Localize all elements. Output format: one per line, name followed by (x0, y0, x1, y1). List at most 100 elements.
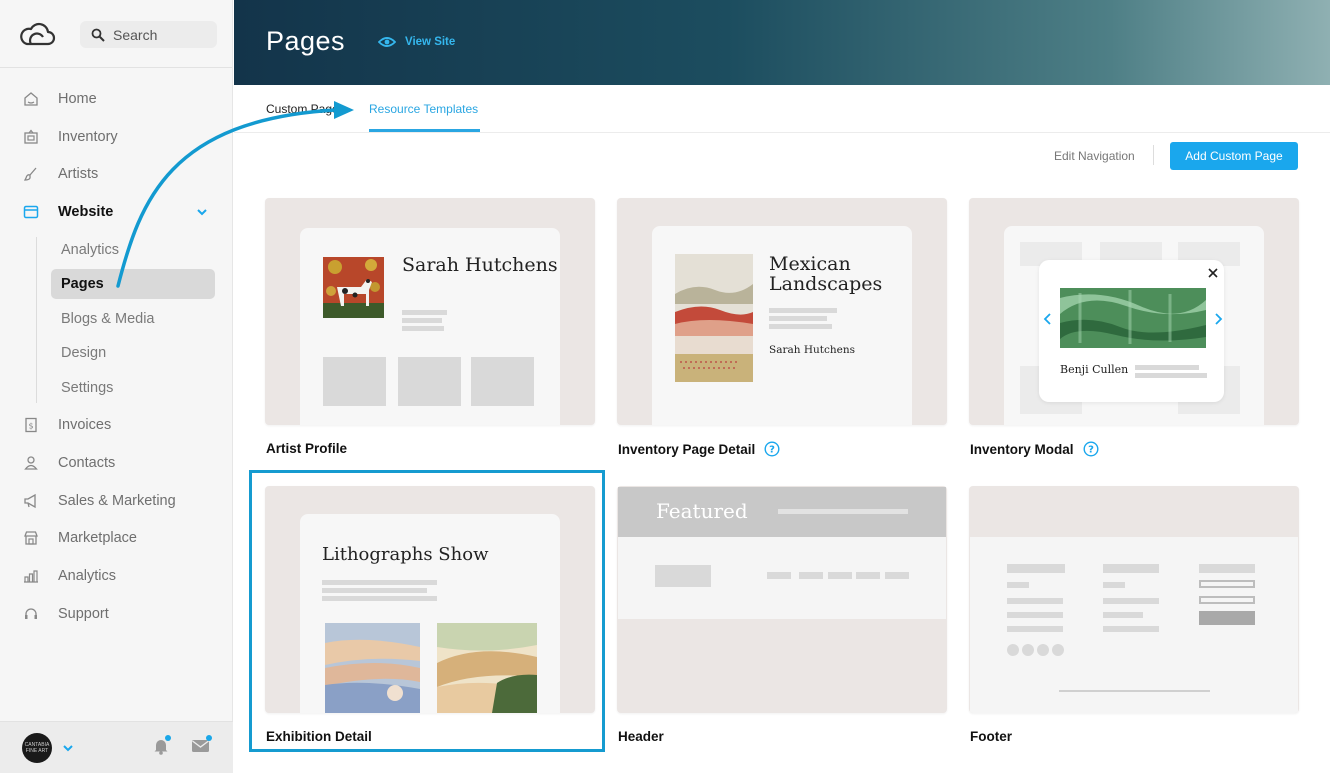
social-placeholder (1022, 644, 1034, 656)
placeholder-bar (1103, 582, 1125, 588)
chevron-down-icon[interactable] (195, 205, 209, 219)
header-preview-nav (618, 537, 946, 619)
template-label: Inventory Page Detail ? (618, 441, 780, 457)
active-tab-indicator (369, 129, 480, 132)
placeholder-bar (1007, 582, 1029, 588)
sidebar-item-support[interactable]: Support (22, 599, 109, 629)
sidebar-item-analytics[interactable]: Analytics (22, 561, 116, 591)
template-thumbnail[interactable]: Sarah Hutchens (265, 198, 595, 425)
template-thumbnail[interactable] (969, 486, 1299, 713)
chevron-left-icon (1043, 313, 1051, 325)
placeholder-bar (767, 572, 791, 579)
thumbnail-title: Mexican Landscapes (769, 253, 883, 295)
tab-custom-pages[interactable]: Custom Pages (266, 102, 345, 116)
store-icon (22, 529, 40, 547)
sub-item-analytics[interactable]: Analytics (61, 242, 119, 258)
page-title: Pages (266, 26, 346, 56)
template-label: Inventory Modal ? (970, 441, 1099, 457)
tab-resource-templates[interactable]: Resource Templates (369, 102, 478, 116)
placeholder-bar (769, 308, 837, 313)
search-icon (91, 28, 105, 42)
template-label: Artist Profile (266, 441, 348, 456)
placeholder-bar (769, 316, 827, 321)
sidebar-item-marketplace[interactable]: Marketplace (22, 523, 137, 553)
chevron-down-icon[interactable] (62, 742, 74, 754)
svg-text:?: ? (1088, 445, 1094, 456)
placeholder-box (323, 357, 386, 406)
placeholder-bar (828, 572, 852, 579)
green-painting-image (1060, 288, 1206, 348)
template-thumbnail[interactable]: Mexican Landscapes Sarah Hutchens (617, 198, 947, 425)
template-label: Header (618, 729, 664, 744)
svg-text:$: $ (28, 422, 33, 431)
sub-item-blogs-media[interactable]: Blogs & Media (61, 311, 155, 327)
sidebar-item-label: Marketplace (58, 530, 137, 546)
sidebar-footer: CANTABIA FINE ART (0, 721, 233, 773)
avatar[interactable]: CANTABIA FINE ART (22, 733, 52, 763)
sidebar-item-label: Inventory (58, 129, 118, 145)
placeholder-bar (885, 572, 909, 579)
sidebar-item-label: Support (58, 606, 109, 622)
placeholder-bar (1007, 626, 1063, 632)
sidebar-item-inventory[interactable]: Inventory (22, 122, 118, 152)
help-icon[interactable]: ? (764, 441, 780, 457)
placeholder-bar (778, 509, 908, 514)
placeholder-bar (1007, 612, 1063, 618)
sub-item-design[interactable]: Design (61, 345, 106, 361)
edit-navigation-link[interactable]: Edit Navigation (1054, 149, 1135, 163)
placeholder-bar (402, 326, 444, 331)
template-label: Footer (970, 729, 1012, 744)
sidebar-item-website[interactable]: Website (22, 197, 113, 227)
placeholder-bar (1199, 564, 1255, 573)
sidebar-item-invoices[interactable]: $ Invoices (22, 410, 111, 440)
sidebar-item-label: Artists (58, 166, 99, 182)
sidebar-item-label: Sales & Marketing (58, 493, 176, 509)
megaphone-icon (22, 492, 40, 510)
help-icon[interactable]: ? (1083, 441, 1099, 457)
sidebar-item-label: Invoices (58, 417, 112, 433)
search-input[interactable]: Search (80, 21, 217, 48)
placeholder-box (655, 565, 711, 587)
placeholder-bar (402, 318, 442, 323)
placeholder-bar (1135, 373, 1207, 378)
template-thumbnail[interactable]: Featured (617, 486, 947, 713)
sidebar-item-label: Contacts (58, 455, 116, 471)
sidebar-item-artists[interactable]: Artists (22, 159, 98, 189)
submenu-line (36, 237, 37, 403)
template-thumbnail[interactable]: Benji Cullen (969, 198, 1299, 425)
sub-item-settings[interactable]: Settings (61, 380, 113, 396)
input-placeholder (1199, 596, 1255, 604)
placeholder-bar (1103, 598, 1159, 604)
chevron-right-icon (1215, 313, 1223, 325)
placeholder-box (398, 357, 461, 406)
selected-card-highlight (249, 470, 605, 752)
header-preview-banner: Featured (618, 487, 946, 537)
brush-icon (22, 165, 40, 183)
social-placeholder (1052, 644, 1064, 656)
home-icon (22, 90, 40, 108)
page-header: Pages View Site (234, 0, 1330, 85)
chart-icon (22, 567, 40, 585)
social-placeholder (1037, 644, 1049, 656)
placeholder-bar (1007, 598, 1063, 604)
sidebar-item-sales-marketing[interactable]: Sales & Marketing (22, 486, 176, 516)
sidebar-item-label: Home (58, 91, 97, 107)
cloud-logo-icon[interactable] (18, 19, 56, 47)
eye-icon (378, 37, 396, 47)
sidebar-item-contacts[interactable]: Contacts (22, 448, 115, 478)
dog-painting-image (323, 257, 384, 318)
sidebar-item-label: Website (58, 204, 114, 220)
thumbnail-paper: Sarah Hutchens (300, 228, 560, 425)
toolbar-divider (1153, 145, 1154, 165)
footer-divider (1059, 690, 1210, 692)
add-custom-page-button[interactable]: Add Custom Page (1170, 142, 1298, 170)
view-site-label: View Site (405, 36, 456, 48)
input-placeholder (1199, 580, 1255, 588)
thumbnail-paper: Mexican Landscapes Sarah Hutchens (652, 226, 912, 425)
placeholder-bar (1103, 612, 1143, 618)
view-site-link[interactable]: View Site (378, 36, 455, 48)
footer-preview (970, 537, 1298, 713)
invoice-icon: $ (22, 416, 40, 434)
sub-item-pages[interactable]: Pages (61, 276, 104, 292)
sidebar-item-home[interactable]: Home (22, 84, 97, 114)
